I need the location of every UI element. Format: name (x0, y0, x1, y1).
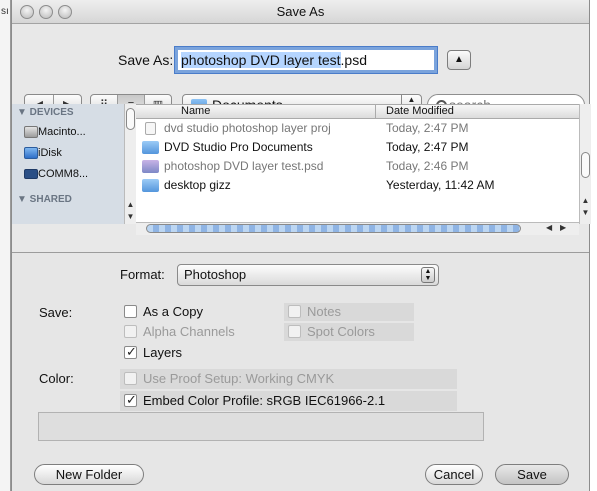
file-row[interactable]: dvd studio photoshop layer proj Today, 2… (136, 119, 579, 138)
file-name: desktop gizz (164, 178, 231, 192)
warning-message-area (38, 412, 484, 441)
expand-dialog-button[interactable]: ▲ (447, 50, 471, 70)
new-folder-button[interactable]: New Folder (34, 464, 144, 485)
sidebar: ▼ DEVICES Macinto... iDisk COMM8... ▼ SH… (12, 104, 126, 224)
format-label: Format: (120, 267, 165, 282)
sidebar-devices-header[interactable]: ▼ DEVICES (12, 104, 125, 122)
sidebar-shared-header[interactable]: ▼ SHARED (12, 191, 125, 209)
scroll-down-arrow-icon[interactable]: ▼ (125, 212, 136, 221)
file-date: Today, 2:47 PM (386, 121, 469, 135)
column-header-name[interactable]: Name (136, 105, 376, 118)
file-date: Yesterday, 11:42 AM (386, 178, 495, 192)
vertical-scroll-thumb[interactable] (581, 152, 590, 178)
sidebar-scroll-thumb[interactable] (126, 108, 135, 130)
sidebar-item-label: COMM8... (38, 168, 89, 180)
format-popup[interactable]: Photoshop ▲ ▼ (177, 264, 439, 286)
checkbox-box (124, 305, 137, 318)
alpha-channels-label: Alpha Channels (143, 324, 235, 339)
hard-drive-icon (24, 126, 38, 138)
as-a-copy-checkbox[interactable]: As a Copy (124, 303, 203, 321)
scroll-right-arrow-icon[interactable]: ▶ (560, 223, 566, 232)
save-as-label: Save As: (118, 52, 174, 68)
alpha-channels-checkbox[interactable]: Alpha Channels (124, 323, 235, 341)
file-name: dvd studio photoshop layer proj (164, 121, 331, 135)
horizontal-scroll-thumb[interactable] (146, 224, 521, 233)
sidebar-item-idisk[interactable]: iDisk (12, 143, 125, 164)
title-bar: Save As (12, 0, 589, 24)
sidebar-item-label: Macinto... (38, 126, 86, 138)
file-list-header: Name Date Modified (136, 105, 579, 119)
scroll-down-arrow-icon[interactable]: ▼ (580, 208, 591, 217)
expand-triangle-icon: ▲ (454, 54, 464, 65)
save-label: Save: (39, 305, 73, 320)
embed-color-profile-label: Embed Color Profile: sRGB IEC61966-2.1 (143, 393, 386, 408)
file-row[interactable]: DVD Studio Pro Documents Today, 2:47 PM (136, 138, 579, 157)
file-name: photoshop DVD layer test.psd (164, 159, 324, 173)
layers-label: Layers (143, 345, 183, 360)
file-date: Today, 2:46 PM (386, 159, 469, 173)
background-right-edge (590, 0, 597, 491)
background-window-title-fragment: sı (1, 6, 9, 17)
checkbox-box (124, 325, 137, 338)
folder-icon (142, 141, 159, 154)
layers-checkbox[interactable]: Layers (124, 343, 183, 362)
file-row[interactable]: photoshop DVD layer test.psd Today, 2:46… (136, 157, 579, 176)
psd-file-icon (142, 160, 159, 173)
filename-field[interactable]: photoshop DVD layer test.psd (175, 47, 437, 73)
file-list-horizontal-scrollbar[interactable]: ◀ ▶ (136, 222, 579, 235)
folder-icon (142, 179, 159, 192)
file-date: Today, 2:47 PM (386, 140, 469, 154)
file-row[interactable]: desktop gizz Yesterday, 11:42 AM (136, 176, 579, 195)
checkbox-box (124, 372, 137, 385)
checkbox-box (288, 325, 301, 338)
checkbox-check-icon (124, 343, 137, 361)
notes-label: Notes (307, 304, 341, 319)
notes-checkbox[interactable]: Notes (288, 303, 341, 321)
window-title: Save As (276, 4, 325, 19)
scroll-up-arrow-icon[interactable]: ▲ (125, 200, 136, 209)
use-proof-setup-label: Use Proof Setup: Working CMYK (143, 371, 335, 386)
sidebar-scrollbar[interactable]: ▲ ▼ (124, 104, 136, 224)
scroll-left-arrow-icon[interactable]: ◀ (546, 223, 552, 232)
minimize-window-button[interactable] (39, 5, 53, 19)
as-a-copy-label: As a Copy (143, 304, 203, 319)
filename-extension: .psd (340, 52, 367, 68)
zoom-window-button[interactable] (58, 5, 72, 19)
popup-arrows-icon: ▲▼ (421, 267, 435, 283)
embed-color-profile-checkbox[interactable]: Embed Color Profile: sRGB IEC61966-2.1 (124, 391, 386, 410)
file-name: DVD Studio Pro Documents (164, 140, 313, 154)
filename-selected-text: photoshop DVD layer test (181, 52, 341, 68)
close-window-button[interactable] (20, 5, 34, 19)
sidebar-item-label: iDisk (38, 147, 62, 159)
background-window-edge: sı (0, 0, 11, 491)
sidebar-item-macintosh[interactable]: Macinto... (12, 122, 125, 143)
file-list-vertical-scrollbar[interactable]: ▲ ▼ (579, 104, 591, 224)
sidebar-item-comm8[interactable]: COMM8... (12, 164, 125, 185)
save-button[interactable]: Save (495, 464, 569, 485)
display-icon (24, 169, 38, 179)
scroll-up-arrow-icon[interactable]: ▲ (580, 196, 591, 205)
checkbox-box (288, 305, 301, 318)
checkbox-check-icon (124, 391, 137, 409)
save-as-dialog: Save As Save As: photoshop DVD layer tes… (11, 0, 591, 491)
cancel-button[interactable]: Cancel (425, 464, 483, 485)
spot-colors-checkbox[interactable]: Spot Colors (288, 323, 375, 341)
column-header-date-modified[interactable]: Date Modified (376, 105, 579, 118)
document-icon (145, 122, 156, 135)
color-label: Color: (39, 371, 74, 386)
use-proof-setup-checkbox[interactable]: Use Proof Setup: Working CMYK (124, 370, 334, 388)
file-list: Name Date Modified dvd studio photoshop … (136, 104, 579, 222)
format-value: Photoshop (184, 267, 247, 282)
idisk-icon (24, 147, 38, 159)
save-options-panel: Format: Photoshop ▲ ▼ Save: As a Copy Not… (12, 252, 589, 491)
spot-colors-label: Spot Colors (307, 324, 375, 339)
